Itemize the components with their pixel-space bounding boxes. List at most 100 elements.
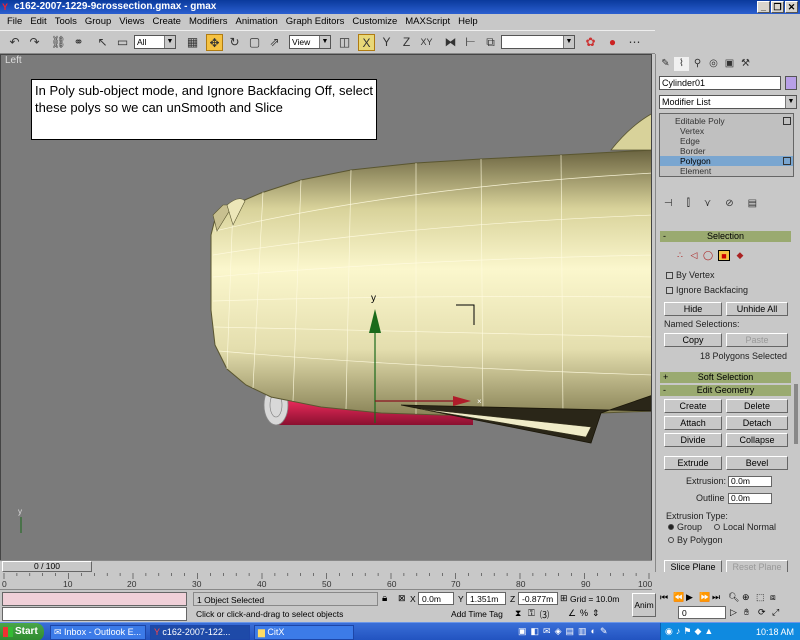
tray-icon[interactable]: ◉	[665, 626, 673, 637]
remove-modifier-icon[interactable]: ⊘	[725, 198, 733, 212]
quick-launch-icon[interactable]: ◧	[531, 626, 540, 639]
modifier-list-dropdown[interactable]: Modifier List ▼	[659, 95, 797, 109]
track-bar[interactable]: 0 10 20 30 40 50 60 70 80 90 100	[0, 573, 652, 590]
zoom-extents-all-icon[interactable]: ⧈	[770, 592, 776, 603]
show-end-result-icon[interactable]: ⫿	[687, 198, 690, 212]
unhide-all-button[interactable]: Unhide All	[726, 302, 788, 316]
field-of-view-icon[interactable]: ▷	[730, 607, 737, 618]
restrict-z-icon[interactable]: Z	[398, 34, 415, 51]
group-radio[interactable]: Group	[668, 522, 702, 533]
add-time-tag-button[interactable]: Add Time Tag	[451, 609, 503, 619]
select-by-name-icon[interactable]: ▦	[184, 34, 201, 51]
vertex-subobject-icon[interactable]: ∴	[674, 250, 686, 261]
current-frame-spinner[interactable]: 0	[678, 606, 726, 619]
select-object-icon[interactable]: ↖	[94, 34, 111, 51]
border-subobject-icon[interactable]: ◯	[702, 250, 714, 261]
quick-launch-icon[interactable]: ▥	[578, 626, 587, 639]
left-viewport[interactable]: Left × y y In Poly sub-object mode, and …	[0, 54, 652, 572]
z-coordinate-field[interactable]: -0.877m	[518, 592, 558, 605]
close-button[interactable]: ✕	[785, 1, 798, 13]
ignore-backfacing-checkbox[interactable]: Ignore Backfacing	[666, 285, 748, 296]
hide-button[interactable]: Hide	[664, 302, 722, 316]
minimize-button[interactable]: _	[757, 1, 770, 13]
menu-views[interactable]: Views	[115, 14, 148, 30]
snaps-toggle-icon[interactable]: ⑶	[540, 608, 549, 621]
zoom-icon[interactable]: 🔍︎	[728, 592, 739, 603]
lock-selection-icon[interactable]: 🔒︎	[382, 593, 387, 604]
stack-toggle-box[interactable]	[783, 157, 791, 165]
menu-modifiers[interactable]: Modifiers	[185, 14, 232, 30]
time-slider[interactable]	[0, 560, 652, 573]
redo-icon[interactable]: ↷	[26, 34, 43, 51]
attach-button[interactable]: Attach	[664, 416, 722, 430]
pan-icon[interactable]: ✋︎	[744, 607, 749, 618]
undo-icon[interactable]: ↶	[6, 34, 23, 51]
spinner-snap-icon[interactable]: ⇕	[592, 608, 600, 619]
quick-render-icon[interactable]: ⋯	[626, 34, 643, 51]
menu-file[interactable]: File	[3, 14, 26, 30]
menu-help[interactable]: Help	[454, 14, 482, 30]
unlink-icon[interactable]: ⚭	[70, 34, 87, 51]
named-selection-dropdown[interactable]: ▼	[501, 35, 575, 49]
selection-filter-dropdown[interactable]: All ▼	[134, 35, 176, 49]
display-tab-icon[interactable]: ▣	[722, 57, 737, 71]
stack-item-edge[interactable]: Edge	[660, 136, 793, 146]
render-teapot-icon[interactable]: ●	[604, 34, 621, 51]
collapse-button[interactable]: Collapse	[726, 433, 788, 447]
manipulate-icon[interactable]: ⇗	[266, 34, 283, 51]
stack-item-element[interactable]: Element	[660, 166, 793, 176]
quick-launch-icon[interactable]: ▣	[518, 626, 527, 639]
mirror-icon[interactable]: ⧓	[442, 34, 459, 51]
snap-icon[interactable]: ⧉	[482, 34, 499, 51]
play-icon[interactable]: ▶	[686, 592, 693, 603]
divide-button[interactable]: Divide	[664, 433, 722, 447]
element-subobject-icon[interactable]: ◆	[734, 250, 746, 261]
percent-snap-icon[interactable]: %	[580, 608, 588, 618]
menu-maxscript[interactable]: MAXScript	[401, 14, 454, 30]
outline-spinner[interactable]: 0.0m	[728, 493, 772, 504]
grid-snap-icon[interactable]: ⊞	[560, 593, 568, 604]
edit-geometry-rollout-header[interactable]: - Edit Geometry	[660, 385, 791, 396]
create-button[interactable]: Create	[664, 399, 722, 413]
absolute-mode-icon[interactable]: ⊠	[398, 593, 406, 604]
maximize-viewport-icon[interactable]: ⤢	[772, 607, 779, 618]
polygon-subobject-icon[interactable]: ■	[718, 250, 730, 261]
stack-item-editable-poly[interactable]: Editable Poly	[660, 116, 793, 126]
slice-plane-button[interactable]: Slice Plane	[664, 560, 722, 572]
reset-plane-button[interactable]: Reset Plane	[726, 560, 788, 572]
stack-toggle-box[interactable]	[783, 117, 791, 125]
object-color-swatch[interactable]	[785, 76, 797, 90]
menu-graph-editors[interactable]: Graph Editors	[282, 14, 349, 30]
menu-animation[interactable]: Animation	[232, 14, 282, 30]
bevel-button[interactable]: Bevel	[726, 456, 788, 470]
select-and-scale-icon[interactable]: ▢	[246, 34, 263, 51]
key-mode-icon[interactable]: ⚿	[528, 608, 535, 619]
stack-item-polygon[interactable]: Polygon	[660, 156, 793, 166]
animate-mode-button[interactable]: Anim	[632, 593, 656, 617]
gmax-app-icon[interactable]: Y	[2, 2, 11, 12]
taskbar-clock[interactable]: 10:18 AM	[756, 623, 794, 640]
align-icon[interactable]: ⊢	[462, 34, 479, 51]
select-link-icon[interactable]: ⛓	[50, 34, 67, 51]
material-editor-icon[interactable]: ✿	[582, 34, 599, 51]
selection-rollout-header[interactable]: - Selection	[660, 231, 791, 242]
taskbar-item-outlook[interactable]: ✉ Inbox - Outlook E...	[50, 625, 146, 640]
extrusion-spinner[interactable]: 0.0m	[728, 476, 772, 487]
pivot-center-icon[interactable]: ◫	[336, 34, 353, 51]
go-to-end-icon[interactable]: ⏭	[712, 592, 720, 603]
menu-edit[interactable]: Edit	[26, 14, 50, 30]
by-polygon-radio[interactable]: By Polygon	[668, 535, 723, 546]
extrude-button[interactable]: Extrude	[664, 456, 722, 470]
maximize-button[interactable]: ❐	[771, 1, 784, 13]
zoom-all-icon[interactable]: ⊕	[742, 592, 750, 603]
paste-button[interactable]: Paste	[726, 333, 788, 347]
restrict-xy-icon[interactable]: XY	[418, 34, 435, 51]
select-and-rotate-icon[interactable]: ↻	[226, 34, 243, 51]
maxscript-listener-mini[interactable]	[2, 592, 187, 606]
tray-icon[interactable]: ⚑	[683, 626, 691, 637]
quick-launch-icon[interactable]: ✎	[600, 626, 608, 639]
configure-modifier-sets-icon[interactable]: ▤	[748, 198, 757, 212]
stack-item-vertex[interactable]: Vertex	[660, 126, 793, 136]
select-and-move-icon[interactable]: ✥	[206, 34, 223, 51]
quick-launch-icon[interactable]: ◐	[591, 626, 596, 639]
